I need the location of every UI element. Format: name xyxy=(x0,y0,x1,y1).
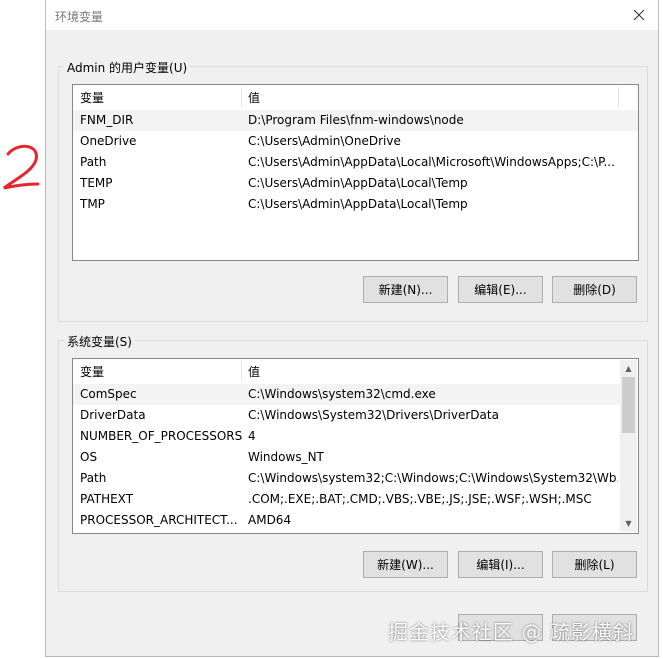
user-delete-button[interactable]: 删除(D) xyxy=(552,276,637,303)
close-icon xyxy=(633,9,645,21)
user-edit-button[interactable]: 编辑(E)... xyxy=(458,276,543,303)
column-header-value[interactable]: 值 xyxy=(248,363,260,380)
variable-name: Path xyxy=(80,155,107,169)
table-row[interactable]: OneDrive C:\Users\Admin\OneDrive xyxy=(73,131,638,152)
system-delete-button[interactable]: 删除(L) xyxy=(552,551,637,578)
variable-name: PATHEXT xyxy=(80,492,134,506)
variable-value: C:\Users\Admin\AppData\Local\Microsoft\W… xyxy=(248,155,615,169)
table-row[interactable]: FNM_DIR D:\Program Files\fnm-windows\nod… xyxy=(73,110,638,131)
table-row[interactable]: PATHEXT .COM;.EXE;.BAT;.CMD;.VBS;.VBE;.J… xyxy=(73,489,620,510)
watermark: 掘金技术社区 @ 疏影横斜 xyxy=(388,620,634,644)
variable-value: .COM;.EXE;.BAT;.CMD;.VBS;.VBE;.JS;.JSE;.… xyxy=(248,492,592,506)
variable-value: C:\Windows\system32\cmd.exe xyxy=(248,387,436,401)
variable-name: TMP xyxy=(80,197,105,211)
table-row[interactable]: TMP C:\Users\Admin\AppData\Local\Temp xyxy=(73,194,638,215)
variable-name: OneDrive xyxy=(80,134,137,148)
variable-name: OS xyxy=(80,450,98,464)
variable-name: NUMBER_OF_PROCESSORS xyxy=(80,429,242,443)
variable-value: 4 xyxy=(248,429,256,443)
variable-name: ComSpec xyxy=(80,387,137,401)
column-header-variable[interactable]: 变量 xyxy=(80,89,104,106)
variable-value: C:\Windows\system32;C:\Windows;C:\Window… xyxy=(248,471,618,485)
variable-name: PROCESSOR_ARCHITECT... xyxy=(80,513,238,527)
system-variables-list[interactable]: 变量 值 ComSpec C:\Windows\system32\cmd.exe… xyxy=(72,358,639,534)
list-header: 变量 值 xyxy=(73,85,638,109)
table-row[interactable]: NUMBER_OF_PROCESSORS 4 xyxy=(73,426,620,447)
column-header-value[interactable]: 值 xyxy=(248,89,260,106)
variable-name: FNM_DIR xyxy=(80,113,134,127)
variable-value: C:\Users\Admin\AppData\Local\Temp xyxy=(248,197,468,211)
variable-name: Path xyxy=(80,471,107,485)
table-row[interactable]: Path C:\Windows\system32;C:\Windows;C:\W… xyxy=(73,468,620,489)
scrollbar-thumb[interactable] xyxy=(622,377,635,433)
user-variables-label: Admin 的用户变量(U) xyxy=(64,59,191,76)
variable-value: D:\Program Files\fnm-windows\node xyxy=(248,113,464,127)
variable-value: C:\Users\Admin\AppData\Local\Temp xyxy=(248,176,468,190)
annotation-number-2-stroke xyxy=(3,144,40,190)
system-variables-label: 系统变量(S) xyxy=(64,333,135,350)
scroll-up-arrow-icon[interactable]: ▲ xyxy=(620,360,637,377)
table-row[interactable]: DriverData C:\Windows\System32\Drivers\D… xyxy=(73,405,620,426)
system-edit-button[interactable]: 编辑(I)... xyxy=(458,551,543,578)
list-header: 变量 值 xyxy=(73,359,638,383)
window-title: 环境变量 xyxy=(55,10,104,24)
column-header-variable[interactable]: 变量 xyxy=(80,363,104,380)
table-row[interactable]: PROCESSOR_ARCHITECT... AMD64 xyxy=(73,510,620,531)
title-bar: 环境变量 xyxy=(46,0,658,30)
variable-name: TEMP xyxy=(80,176,113,190)
table-row[interactable]: TEMP C:\Users\Admin\AppData\Local\Temp xyxy=(73,173,638,194)
variable-value: AMD64 xyxy=(248,513,292,527)
environment-variables-dialog: 环境变量 Admin 的用户变量(U) 变量 值 FNM_DIR D:\Prog… xyxy=(45,0,659,657)
variable-name: DriverData xyxy=(80,408,146,422)
system-new-button[interactable]: 新建(W)... xyxy=(363,551,448,578)
table-row[interactable]: ComSpec C:\Windows\system32\cmd.exe xyxy=(73,384,620,405)
vertical-scrollbar[interactable]: ▲ ▼ xyxy=(620,360,637,532)
variable-value: Windows_NT xyxy=(248,450,324,464)
user-variables-list[interactable]: 变量 值 FNM_DIR D:\Program Files\fnm-window… xyxy=(72,84,639,261)
user-new-button[interactable]: 新建(N)... xyxy=(363,276,448,303)
variable-value: C:\Windows\System32\Drivers\DriverData xyxy=(248,408,499,422)
close-button[interactable] xyxy=(628,4,650,26)
table-row[interactable]: OS Windows_NT xyxy=(73,447,620,468)
scroll-down-arrow-icon[interactable]: ▼ xyxy=(620,515,637,532)
variable-value: C:\Users\Admin\OneDrive xyxy=(248,134,401,148)
table-row[interactable]: Path C:\Users\Admin\AppData\Local\Micros… xyxy=(73,152,638,173)
